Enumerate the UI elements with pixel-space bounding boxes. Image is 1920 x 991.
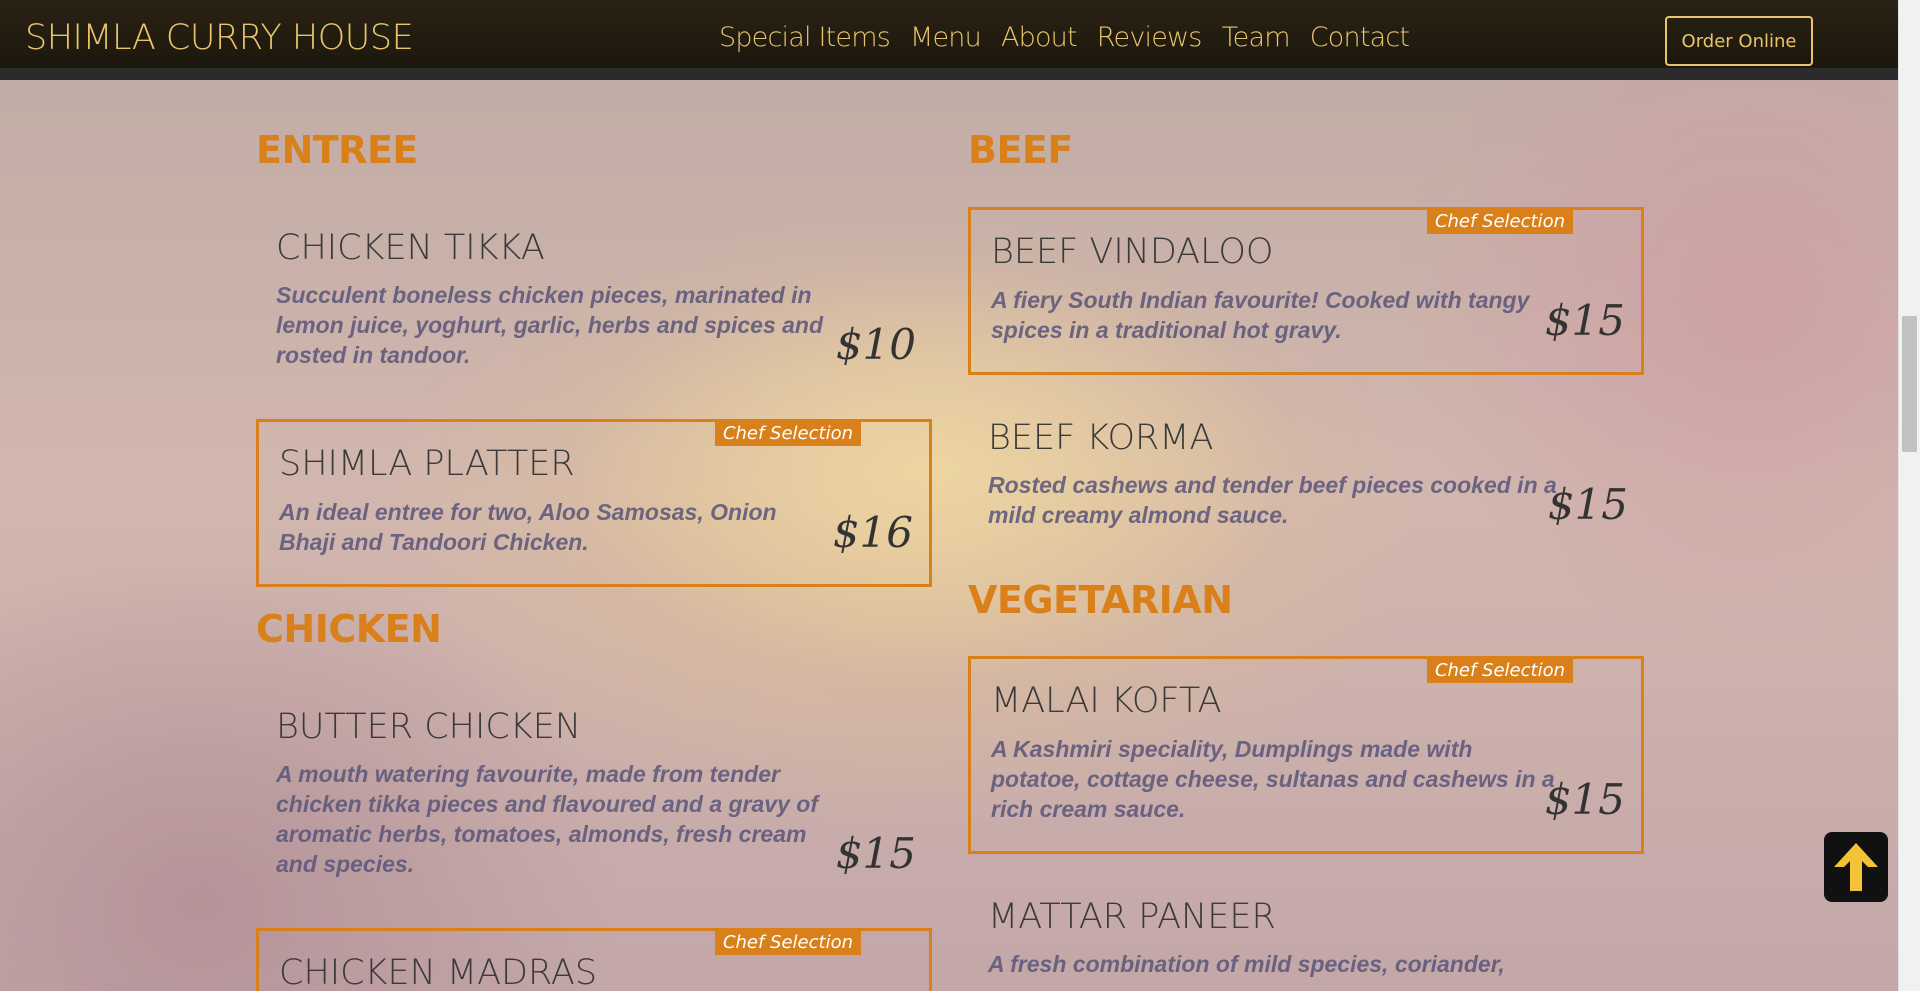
item-description: Succulent boneless chicken pieces, marin…: [276, 282, 824, 368]
menu-item-malai-kofta: Chef Selection MALAI KOFTA A Kashmiri sp…: [968, 656, 1644, 854]
item-price: $16: [832, 508, 913, 557]
item-price: $15: [1544, 296, 1625, 345]
item-name: CHICKEN MADRAS: [279, 953, 598, 991]
item-description: A fiery South Indian favourite! Cooked w…: [991, 287, 1530, 343]
section-title-chicken: CHICKEN: [256, 607, 442, 651]
scroll-to-top-button[interactable]: [1824, 832, 1888, 902]
item-name: CHICKEN TIKKA: [276, 228, 545, 268]
menu-item-shimla-platter: Chef Selection SHIMLA PLATTER An ideal e…: [256, 419, 932, 587]
scrollbar-thumb[interactable]: [1902, 316, 1917, 452]
menu-item-mattar-paneer: MATTAR PANEER A fresh combination of mil…: [968, 897, 1644, 991]
item-name: BUTTER CHICKEN: [276, 707, 582, 747]
chef-selection-badge: Chef Selection: [714, 421, 861, 446]
nav-link-contact[interactable]: Contact: [1310, 22, 1410, 53]
menu-item-chicken-madras: Chef Selection CHICKEN MADRAS: [256, 928, 932, 991]
chef-selection-badge: Chef Selection: [1426, 209, 1573, 234]
section-title-vegetarian: VEGETARIAN: [968, 578, 1233, 622]
item-price: $15: [1544, 775, 1625, 824]
order-online-button[interactable]: Order Online: [1665, 16, 1813, 66]
scrollbar[interactable]: [1898, 0, 1920, 991]
item-price: $15: [835, 829, 916, 878]
section-title-entree: ENTREE: [256, 128, 418, 172]
brand-logo[interactable]: SHIMLA CURRY HOUSE: [25, 18, 414, 58]
item-name: BEEF KORMA: [988, 418, 1214, 458]
arrow-up-icon: [1834, 843, 1878, 891]
chef-selection-badge: Chef Selection: [1426, 658, 1573, 683]
item-name: BEEF VINDALOO: [991, 232, 1274, 272]
item-description: An ideal entree for two, Aloo Samosas, O…: [279, 499, 777, 555]
menu-item-chicken-tikka: CHICKEN TIKKA Succulent boneless chicken…: [256, 224, 932, 374]
section-title-beef: BEEF: [968, 128, 1073, 172]
item-name: MALAI KOFTA: [991, 681, 1222, 721]
chef-selection-badge: Chef Selection: [714, 930, 861, 955]
nav-link-reviews[interactable]: Reviews: [1097, 22, 1203, 53]
item-description: A fresh combination of mild species, cor…: [988, 951, 1505, 977]
menu-item-beef-vindaloo: Chef Selection BEEF VINDALOO A fiery Sou…: [968, 207, 1644, 375]
item-price: $10: [835, 320, 916, 369]
nav-link-menu[interactable]: Menu: [910, 22, 982, 53]
navbar: SHIMLA CURRY HOUSE Special Items Menu Ab…: [0, 0, 1898, 80]
item-description: A Kashmiri speciality, Dumplings made wi…: [991, 736, 1555, 822]
item-name: SHIMLA PLATTER: [279, 444, 575, 484]
nav-link-special-items[interactable]: Special Items: [719, 22, 891, 53]
nav-links: Special Items Menu About Reviews Team Co…: [719, 22, 1410, 53]
item-name: MATTAR PANEER: [988, 897, 1276, 937]
nav-link-about[interactable]: About: [1001, 22, 1078, 53]
item-description: Rosted cashews and tender beef pieces co…: [988, 472, 1557, 528]
menu-item-butter-chicken: BUTTER CHICKEN A mouth watering favourit…: [256, 703, 932, 883]
item-description: A mouth watering favourite, made from te…: [276, 761, 818, 877]
item-price: $15: [1547, 480, 1628, 529]
nav-link-team[interactable]: Team: [1222, 22, 1291, 53]
menu-item-beef-korma: BEEF KORMA Rosted cashews and tender bee…: [968, 414, 1644, 544]
